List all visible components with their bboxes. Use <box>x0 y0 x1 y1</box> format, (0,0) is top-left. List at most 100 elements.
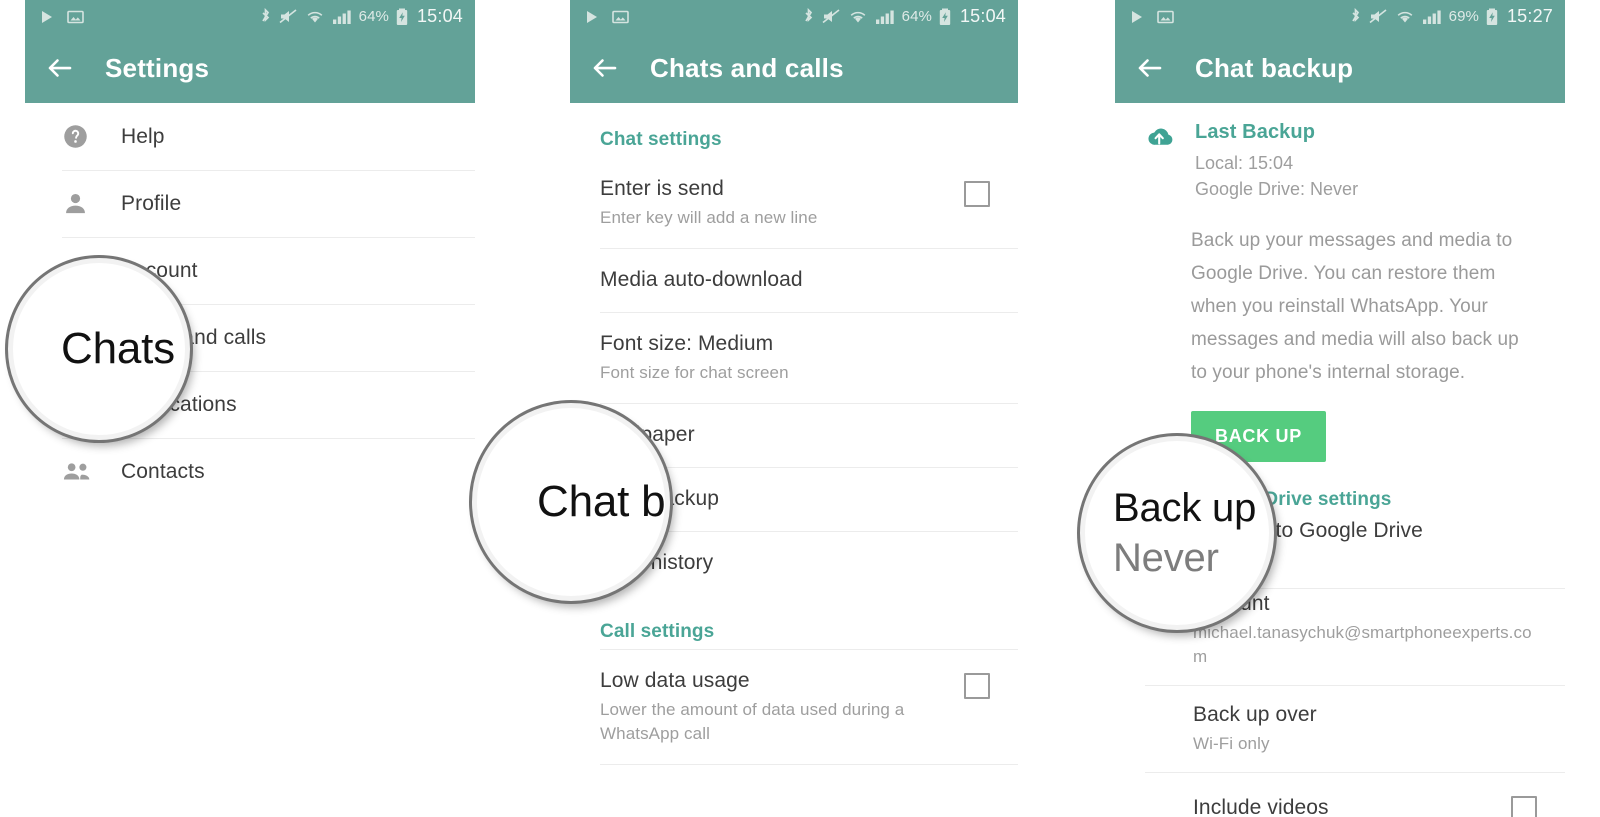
pref-title: Low data usage <box>600 669 750 692</box>
status-bar-left <box>39 9 84 25</box>
mute-icon <box>1369 9 1387 24</box>
pref-text: Enter is send Enter key will add a new l… <box>600 175 946 230</box>
battery-charging-icon <box>396 8 408 25</box>
battery-percent-label: 64% <box>901 8 932 25</box>
list-divider <box>600 764 1018 765</box>
status-bar-right: 69% 15:27 <box>1349 6 1553 27</box>
pref-title: Include videos <box>1193 796 1329 817</box>
mute-icon <box>822 9 840 24</box>
checkbox-include-videos[interactable] <box>1511 796 1537 817</box>
magnifier-text-primary: Back up <box>1113 486 1257 530</box>
sidebar-item-contacts[interactable]: Contacts <box>25 438 475 505</box>
battery-charging-icon <box>939 8 951 25</box>
pref-text: Font size: Medium Font size for chat scr… <box>600 330 990 385</box>
status-bar-right: 64% 15:04 <box>802 6 1006 27</box>
checkbox-enter-is-send[interactable] <box>964 181 990 207</box>
status-bar-left <box>1129 9 1174 25</box>
back-arrow-icon[interactable] <box>1135 53 1165 83</box>
image-icon <box>1157 10 1174 23</box>
page-title: Chat backup <box>1195 52 1354 83</box>
signal-icon <box>1422 10 1441 24</box>
last-backup-drive: Google Drive: Never <box>1195 179 1359 199</box>
pref-title: Media auto-download <box>600 268 803 291</box>
back-arrow-icon[interactable] <box>45 53 75 83</box>
last-backup-local: Local: 15:04 <box>1195 153 1294 173</box>
status-bar-right: 64% 15:04 <box>259 6 463 27</box>
pref-title: Chat history <box>600 551 714 574</box>
screenshot-stage: 64% 15:04 Settings Help Profile Account … <box>0 0 1600 817</box>
play-icon <box>1132 10 1142 23</box>
image-icon <box>612 10 629 23</box>
app-bar: Chats and calls <box>570 33 1018 103</box>
magnifier-text: Chat ba <box>537 477 666 526</box>
pref-title: Wallpaper <box>600 423 695 446</box>
pref-media-auto-download[interactable]: Media auto-download <box>570 248 1018 312</box>
app-bar: Settings <box>25 33 475 103</box>
battery-percent-label: 69% <box>1448 8 1479 25</box>
checkbox-low-data-usage[interactable] <box>964 673 990 699</box>
pref-text: Back up over Wi-Fi only <box>1193 701 1537 756</box>
play-icon <box>42 10 52 23</box>
magnifier-callout-back-up-never: Back up Never <box>1080 436 1274 630</box>
pref-subtitle: Font size for chat screen <box>600 363 789 382</box>
wifi-icon <box>307 11 322 23</box>
pref-text: Include videos <box>1193 794 1493 817</box>
bluetooth-icon <box>1351 7 1359 22</box>
signal-icon <box>875 10 894 24</box>
pref-text: Media auto-download <box>600 266 990 294</box>
play-icon <box>587 10 597 23</box>
magnifier-text: Chats a <box>61 324 185 373</box>
wifi-icon <box>850 11 865 23</box>
clock-label: 15:04 <box>416 6 463 26</box>
sidebar-item-label: Contacts <box>121 459 205 483</box>
cloud-upload-icon <box>1143 121 1195 202</box>
pref-back-up-over[interactable]: Back up over Wi-Fi only <box>1115 685 1565 772</box>
magnifier-callout-chat-backup: Chat ba <box>472 403 670 601</box>
mute-icon <box>279 9 297 24</box>
magnifier-callout-chats-and-calls: Chats a <box>8 258 190 440</box>
pref-text: Chat history <box>600 549 990 577</box>
wifi-icon <box>1397 11 1412 23</box>
pref-subtitle: Enter key will add a new line <box>600 208 818 227</box>
section-header-chat-settings: Chat settings <box>600 129 722 150</box>
last-backup-title: Last Backup <box>1195 121 1316 143</box>
pref-include-videos[interactable]: Include videos <box>1115 772 1565 817</box>
image-icon <box>67 10 84 23</box>
page-title: Settings <box>105 52 210 83</box>
clock-label: 15:04 <box>959 6 1006 26</box>
last-backup-block: Last Backup Local: 15:04 Google Drive: N… <box>1115 103 1565 202</box>
status-bar: 69% 15:27 <box>1115 0 1565 33</box>
help-circle-icon <box>62 123 108 150</box>
clock-label: 15:27 <box>1506 6 1553 26</box>
battery-percent-label: 64% <box>358 8 389 25</box>
pref-text: Low data usage Lower the amount of data … <box>600 667 946 746</box>
pref-title: Enter is send <box>600 177 724 200</box>
pref-enter-is-send[interactable]: Enter is send Enter key will add a new l… <box>570 157 1018 248</box>
status-bar: 64% 15:04 <box>25 0 475 33</box>
sidebar-item-label: Help <box>121 124 165 148</box>
magnifier-text-secondary: Never <box>1113 536 1219 580</box>
battery-charging-icon <box>1486 8 1498 25</box>
pref-subtitle: Lower the amount of data used during a W… <box>600 700 905 743</box>
app-bar: Chat backup <box>1115 33 1565 103</box>
bluetooth-icon <box>804 7 812 22</box>
back-arrow-icon[interactable] <box>590 53 620 83</box>
backup-description: Back up your messages and media to Googl… <box>1191 230 1519 383</box>
pref-title: Back up over <box>1193 703 1317 726</box>
status-bar-left <box>584 9 629 25</box>
page-title: Chats and calls <box>650 52 844 83</box>
pref-text: Wallpaper <box>600 421 990 449</box>
pref-font-size[interactable]: Font size: Medium Font size for chat scr… <box>570 312 1018 403</box>
pref-low-data-usage[interactable]: Low data usage Lower the amount of data … <box>570 649 1018 764</box>
section-header-call-settings: Call settings <box>600 621 715 642</box>
pref-title: Font size: Medium <box>600 332 774 355</box>
person-icon <box>62 190 108 217</box>
sidebar-item-profile[interactable]: Profile <box>25 170 475 237</box>
bluetooth-icon <box>261 7 269 22</box>
phone-panel-chat-backup: 69% 15:27 Chat backup Last Backup Local:… <box>1115 0 1565 817</box>
signal-icon <box>332 10 351 24</box>
sidebar-item-help[interactable]: Help <box>25 103 475 170</box>
contacts-icon <box>62 458 108 485</box>
phone-panel-chats-and-calls: 64% 15:04 Chats and calls Chat settings … <box>570 0 1018 817</box>
pref-subtitle: Wi-Fi only <box>1193 734 1270 753</box>
